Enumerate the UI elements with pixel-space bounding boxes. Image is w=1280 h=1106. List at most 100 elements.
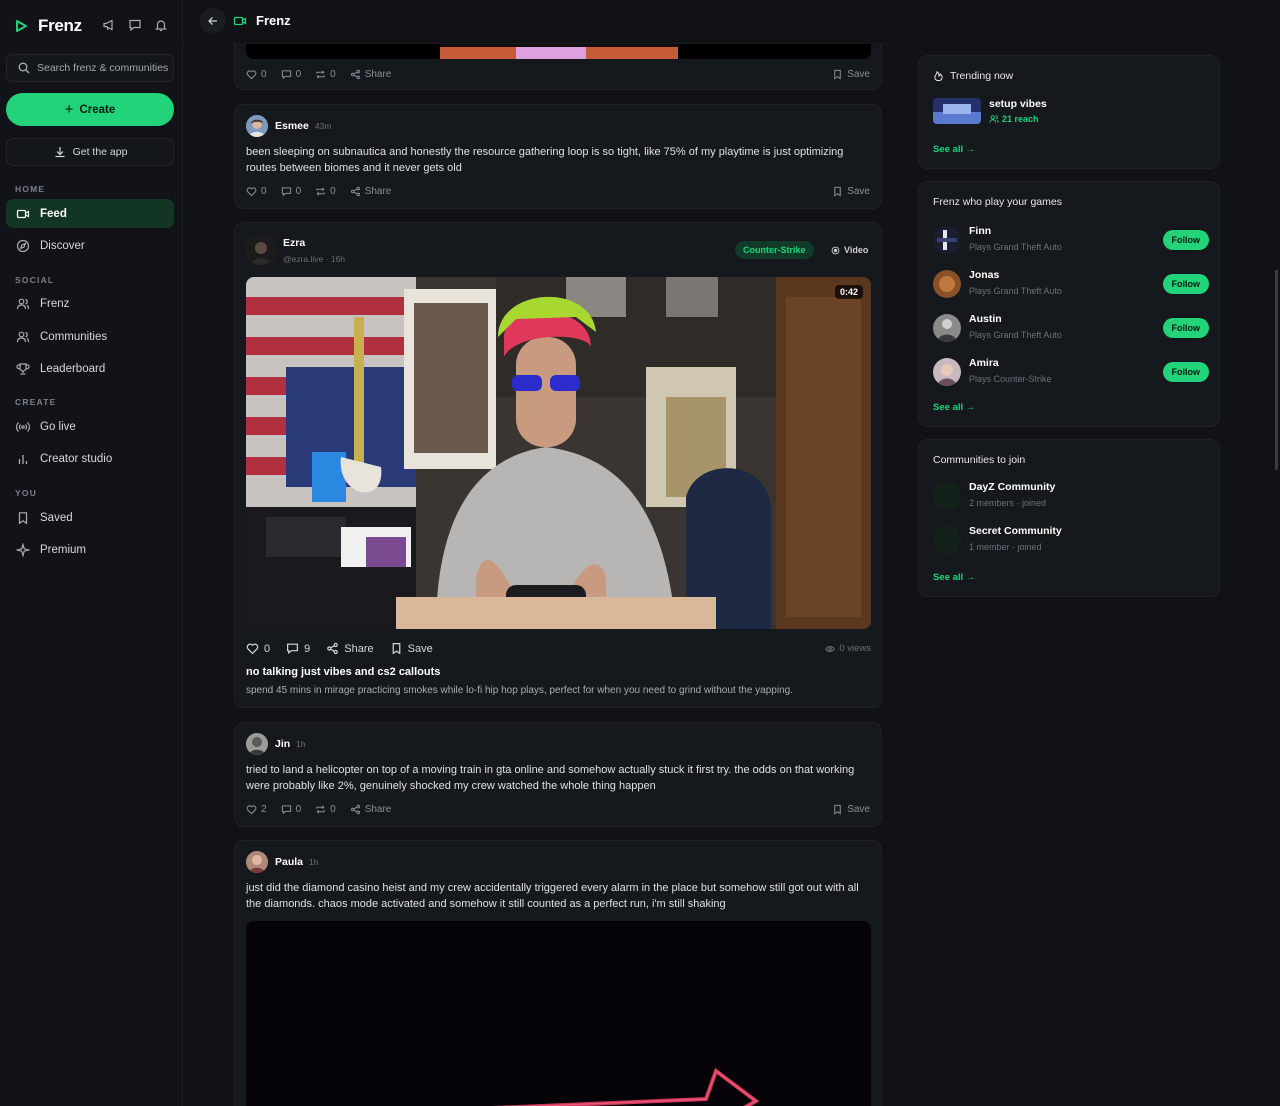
community-suggestion[interactable]: DayZ Community 2 members · joined <box>933 480 1209 512</box>
like-button[interactable]: 0 <box>246 69 267 80</box>
friend-name[interactable]: Finn <box>969 225 991 237</box>
share-label: Share <box>364 68 392 80</box>
save-label: Save <box>847 803 870 815</box>
friend-name[interactable]: Austin <box>969 313 1002 325</box>
comment-button[interactable]: 9 <box>286 642 310 655</box>
panel-title: Communities to join <box>933 454 1026 466</box>
share-button[interactable]: Share <box>326 642 374 655</box>
bookmark-icon <box>832 804 843 815</box>
follow-button[interactable]: Follow <box>1162 230 1209 250</box>
friend-suggestion: Austin Plays Grand Theft Auto Follow <box>933 312 1209 344</box>
sidebar-item-communities[interactable]: Communities <box>6 322 174 351</box>
save-button[interactable]: Save <box>832 69 870 80</box>
share-button[interactable]: Share <box>350 68 392 80</box>
avatar[interactable] <box>246 115 268 137</box>
follow-button[interactable]: Follow <box>1162 274 1209 294</box>
bell-icon[interactable] <box>154 18 168 32</box>
like-button[interactable]: 0 <box>246 642 270 655</box>
create-button[interactable]: + Create <box>6 93 174 126</box>
sidebar-item-leaderboard[interactable]: Leaderboard <box>6 354 174 383</box>
get-app-button[interactable]: Get the app <box>6 138 174 166</box>
scrollbar-thumb[interactable] <box>1275 270 1278 470</box>
video-player[interactable]: 0:42 <box>246 277 871 629</box>
friend-suggestion: Jonas Plays Grand Theft Auto Follow <box>933 268 1209 300</box>
post-header: Paula 1h <box>246 851 318 873</box>
trend-name[interactable]: setup vibes <box>989 98 1047 110</box>
search-input[interactable] <box>37 62 173 74</box>
avatar[interactable] <box>246 235 276 265</box>
friend-suggestion: Finn Plays Grand Theft Auto Follow <box>933 224 1209 256</box>
follow-button[interactable]: Follow <box>1162 318 1209 338</box>
repost-button[interactable]: 0 <box>315 804 336 815</box>
avatar[interactable] <box>933 270 961 298</box>
trend-thumbnail[interactable] <box>933 98 981 124</box>
community-name[interactable]: DayZ Community <box>969 481 1055 493</box>
game-tag[interactable]: Counter-Strike <box>735 241 814 259</box>
friend-name[interactable]: Amira <box>969 357 999 369</box>
comment-button[interactable]: 0 <box>281 804 301 815</box>
community-name[interactable]: Secret Community <box>969 525 1062 537</box>
post-header: Jin 1h <box>246 733 306 755</box>
like-button[interactable]: 2 <box>246 804 267 815</box>
sidebar-item-feed[interactable]: Feed <box>6 199 174 228</box>
see-all-link[interactable]: See all → <box>933 402 975 413</box>
community-suggestion[interactable]: Secret Community 1 member · joined <box>933 524 1209 556</box>
media-type-tag: Video <box>823 241 876 259</box>
sidebar-item-go-live[interactable]: Go live <box>6 412 174 441</box>
sidebar-item-premium[interactable]: Premium <box>6 535 174 564</box>
megaphone-icon[interactable] <box>102 18 116 32</box>
section-social: SOCIAL <box>15 275 55 285</box>
sidebar-item-label: Communities <box>40 330 108 343</box>
back-button[interactable] <box>200 8 226 34</box>
post-author[interactable]: Paula <box>275 856 303 868</box>
repost-button[interactable]: 0 <box>315 69 336 80</box>
sidebar-item-creator-studio[interactable]: Creator studio <box>6 444 174 473</box>
see-all-link[interactable]: See all → <box>933 572 975 583</box>
broadcast-icon <box>16 420 30 434</box>
community-meta: 2 members · joined <box>969 498 1047 508</box>
page-title-text: Frenz <box>256 13 291 28</box>
follow-button[interactable]: Follow <box>1162 362 1209 382</box>
comment-icon <box>281 804 292 815</box>
post-author[interactable]: Jin <box>275 738 290 750</box>
post-body: tried to land a helicopter on top of a m… <box>246 764 855 792</box>
save-button[interactable]: Save <box>390 642 433 655</box>
search-icon <box>17 61 31 75</box>
sidebar-item-saved[interactable]: Saved <box>6 503 174 532</box>
post-body: been sleeping on subnautica and honestly… <box>246 146 844 174</box>
repost-button[interactable]: 0 <box>315 186 336 197</box>
save-button[interactable]: Save <box>832 804 870 815</box>
friend-name[interactable]: Jonas <box>969 269 999 281</box>
bookmark-icon <box>832 186 843 197</box>
see-all-link[interactable]: See all → <box>933 144 975 155</box>
repost-count: 0 <box>330 185 336 197</box>
sidebar-item-label: Frenz <box>40 297 70 310</box>
share-button[interactable]: Share <box>350 804 391 815</box>
panel-title-text: Trending now <box>950 70 1014 82</box>
view-count: 0 views <box>825 643 871 654</box>
save-label: Save <box>847 185 870 197</box>
avatar[interactable] <box>933 226 961 254</box>
sidebar-item-label: Premium <box>40 543 87 556</box>
comment-button[interactable]: 0 <box>281 69 301 80</box>
save-button[interactable]: Save <box>832 186 870 197</box>
repost-count: 0 <box>330 803 336 815</box>
chat-icon[interactable] <box>128 18 142 32</box>
repost-icon <box>315 69 326 80</box>
post-author[interactable]: Ezra <box>283 237 305 249</box>
post-author[interactable]: Esmee <box>275 120 309 132</box>
like-count: 0 <box>264 642 271 655</box>
avatar[interactable] <box>246 851 268 873</box>
avatar[interactable] <box>933 358 961 386</box>
comment-button[interactable]: 0 <box>281 186 301 197</box>
post-actions: 0 0 0 Share Save <box>246 67 870 81</box>
arrow-left-icon <box>206 14 220 28</box>
share-button[interactable]: Share <box>350 186 391 197</box>
like-button[interactable]: 0 <box>246 186 267 197</box>
sidebar-item-frenz[interactable]: Frenz <box>6 289 174 318</box>
post-media-image[interactable] <box>246 921 871 1106</box>
avatar[interactable] <box>933 314 961 342</box>
avatar[interactable] <box>246 733 268 755</box>
sidebar-item-discover[interactable]: Discover <box>6 231 174 260</box>
brand[interactable]: Frenz <box>14 16 82 36</box>
